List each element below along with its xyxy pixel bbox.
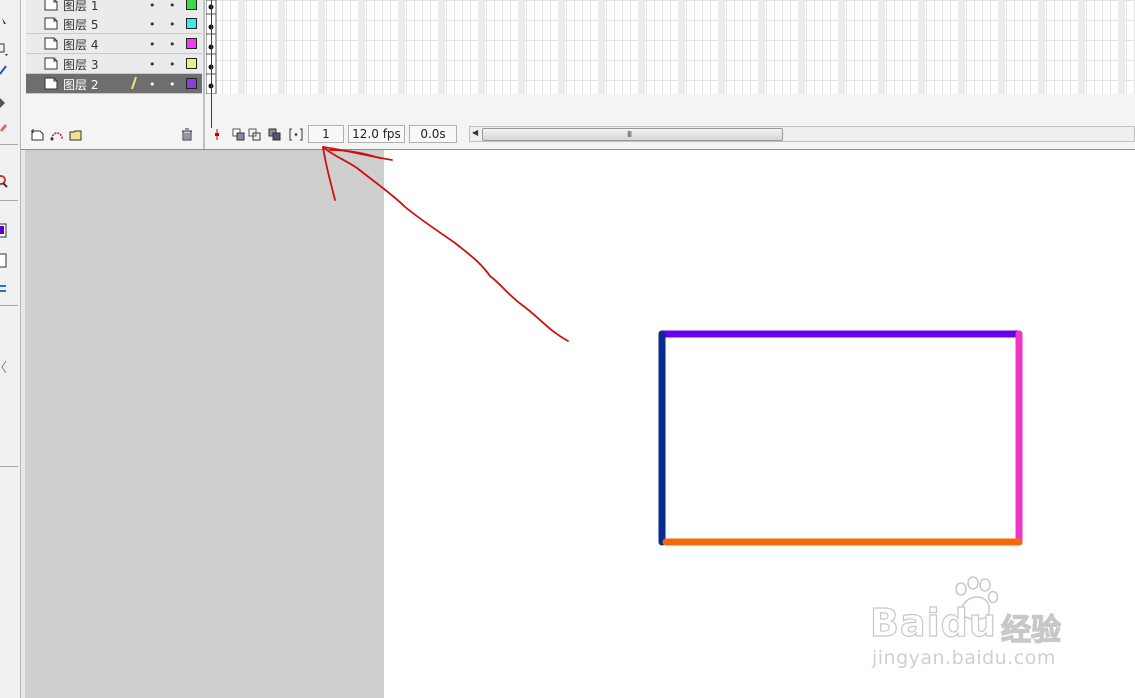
watermark-brand: Baidu	[869, 600, 997, 645]
annotation-arrow	[322, 146, 569, 342]
watermark-jingyan: 经验	[1000, 612, 1061, 648]
watermark: Baidu 经验 jingyan.baidu.com	[868, 573, 1088, 673]
watermark-url: jingyan.baidu.com	[872, 647, 1056, 669]
